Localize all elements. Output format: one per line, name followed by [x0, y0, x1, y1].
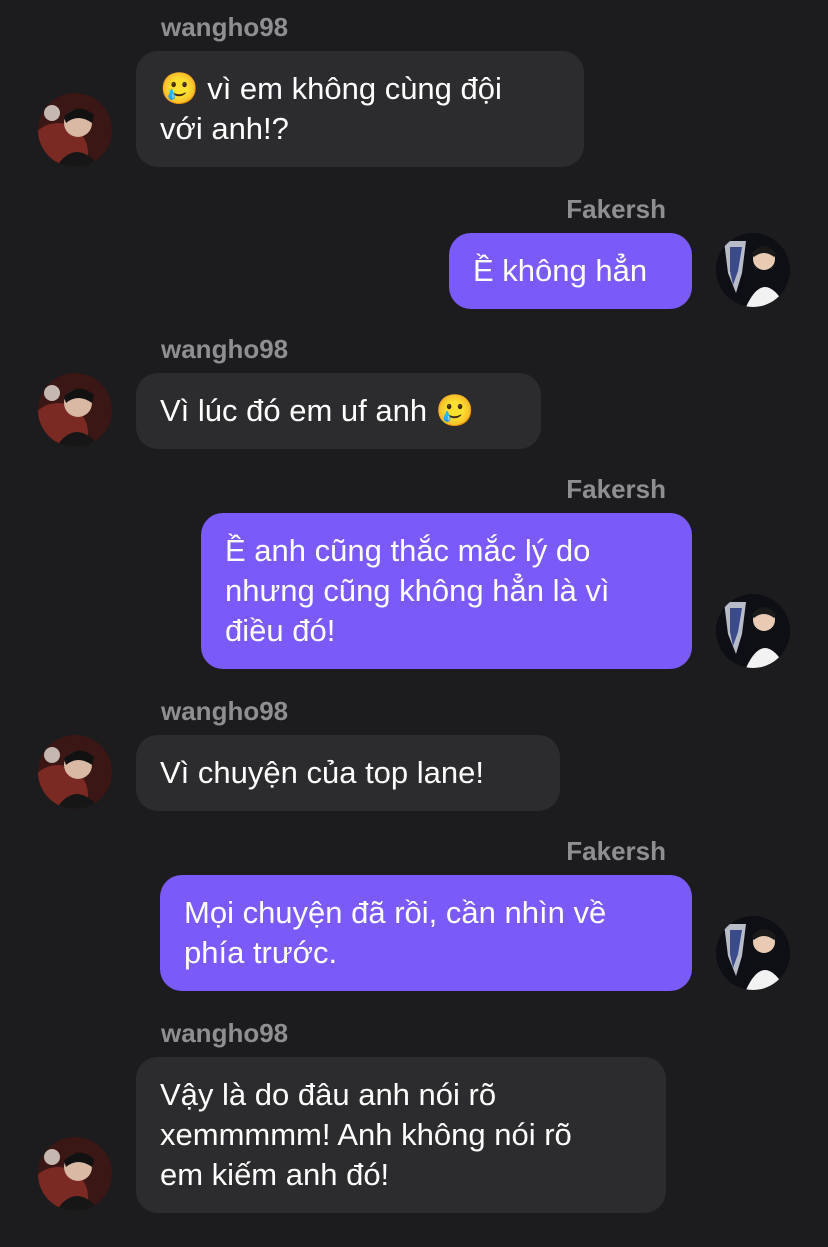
- avatar-wangho98[interactable]: [38, 735, 112, 809]
- avatar-fakersh[interactable]: [716, 594, 790, 668]
- message-bubble-incoming[interactable]: Vì lúc đó em uf anh 🥲: [136, 373, 541, 449]
- sender-name: wangho98: [161, 1018, 289, 1048]
- message-text: Ề không hẳn: [473, 253, 648, 288]
- message-text: 🥲 vì em không cùng đội với anh!?: [160, 71, 502, 146]
- message-text: Ề anh cũng thắc mắc lý do nhưng cũng khô…: [225, 533, 610, 648]
- avatar-wangho98[interactable]: [38, 373, 112, 447]
- message-bubble-outgoing[interactable]: Ề không hẳn: [449, 233, 692, 309]
- sender-name: Fakersh: [566, 474, 666, 504]
- message-text: Vì lúc đó em uf anh 🥲: [160, 393, 475, 428]
- message-bubble-outgoing[interactable]: Mọi chuyện đã rồi, cần nhìn về phía trướ…: [160, 875, 692, 991]
- sender-name: wangho98: [161, 334, 289, 364]
- message-text: Mọi chuyện đã rồi, cần nhìn về phía trướ…: [184, 895, 607, 970]
- sender-name: wangho98: [161, 696, 289, 726]
- avatar-fakersh[interactable]: [716, 916, 790, 990]
- message-text: Vậy là do đâu anh nói rõ xemmmmm! Anh kh…: [160, 1077, 572, 1192]
- avatar-wangho98[interactable]: [38, 93, 112, 167]
- avatar-wangho98[interactable]: [38, 1137, 112, 1211]
- message-bubble-incoming[interactable]: Vì chuyện của top lane!: [136, 735, 560, 811]
- message-bubble-incoming[interactable]: Vậy là do đâu anh nói rõ xemmmmm! Anh kh…: [136, 1057, 666, 1213]
- sender-name: Fakersh: [566, 836, 666, 866]
- sender-name: Fakersh: [566, 194, 666, 224]
- message-bubble-incoming[interactable]: 🥲 vì em không cùng đội với anh!?: [136, 51, 584, 167]
- sender-name: wangho98: [161, 12, 289, 42]
- message-bubble-outgoing[interactable]: Ề anh cũng thắc mắc lý do nhưng cũng khô…: [201, 513, 692, 669]
- avatar-fakersh[interactable]: [716, 233, 790, 307]
- message-text: Vì chuyện của top lane!: [160, 755, 485, 790]
